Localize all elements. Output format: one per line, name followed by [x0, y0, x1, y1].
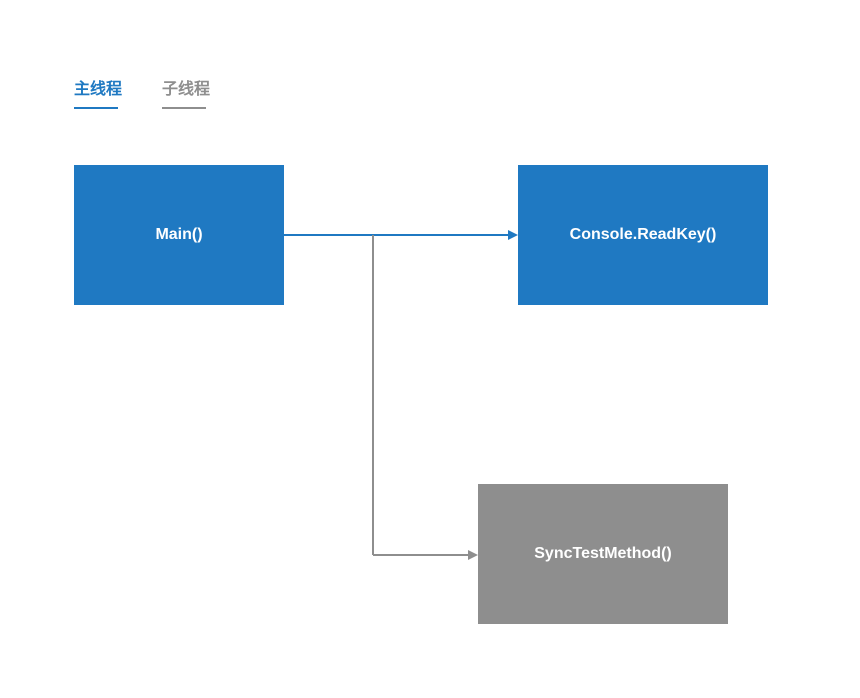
legend-main-thread: 主线程 [74, 75, 122, 109]
node-main: Main() [74, 165, 284, 305]
node-console-readkey: Console.ReadKey() [518, 165, 768, 305]
legend: 主线程 子线程 [74, 75, 210, 109]
legend-sub-thread-label: 子线程 [162, 75, 210, 107]
legend-sub-thread-underline [162, 107, 206, 109]
arrowhead-branch-to-sync [468, 550, 478, 560]
edge-branch-vertical [372, 235, 374, 555]
edge-main-to-readkey [284, 234, 508, 236]
diagram-canvas: 主线程 子线程 Main() Console.ReadKey() SyncTes… [0, 0, 860, 698]
legend-main-thread-underline [74, 107, 118, 109]
node-sync-test-method: SyncTestMethod() [478, 484, 728, 624]
arrowhead-main-to-readkey [508, 230, 518, 240]
legend-sub-thread: 子线程 [162, 75, 210, 109]
legend-main-thread-label: 主线程 [74, 75, 122, 107]
edge-branch-to-sync [373, 554, 468, 556]
